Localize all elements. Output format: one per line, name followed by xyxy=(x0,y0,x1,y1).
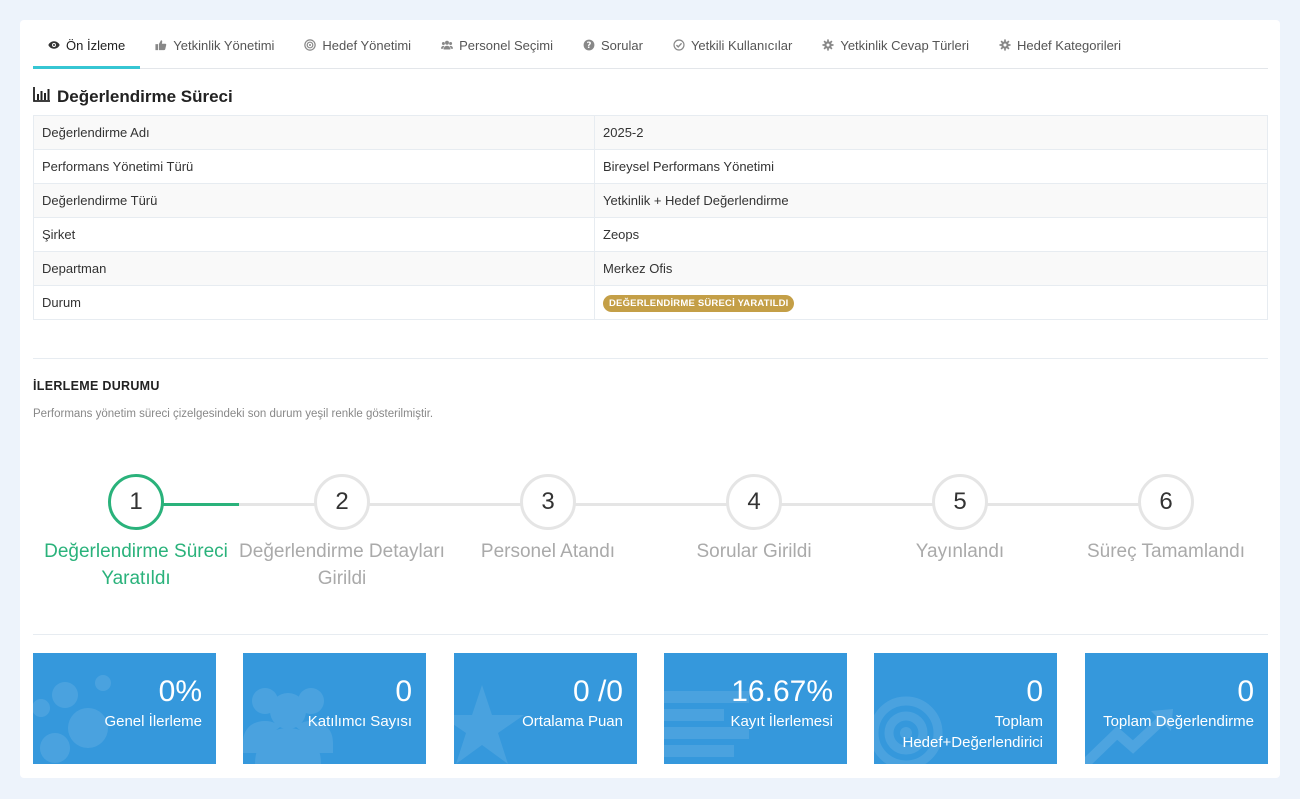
step-label: Sorular Girildi xyxy=(696,541,812,562)
step-number: 4 xyxy=(726,474,782,530)
stat-value: 0% xyxy=(158,675,202,708)
info-value: Merkez Ofis xyxy=(594,251,1268,286)
tab-label: Personel Seçimi xyxy=(459,38,554,53)
info-value: Zeops xyxy=(594,217,1268,252)
progress-step-5: 5 Yayınlandı xyxy=(857,474,1063,565)
tab-label: Sorular xyxy=(601,38,643,53)
table-row: Değerlendirme Adı 2025-2 xyxy=(33,115,1268,150)
stat-value: 0 xyxy=(395,675,412,708)
tab-personnel-selection[interactable]: Personel Seçimi xyxy=(426,20,568,69)
tab-goal-categories[interactable]: Hedef Kategorileri xyxy=(984,20,1136,69)
stats-row: 0% Genel İlerleme 0 Katılımcı Sayısı 0 /… xyxy=(33,653,1268,764)
stat-total-goal-evaluator[interactable]: 0 Toplam Hedef+Değerlendirici xyxy=(874,653,1057,764)
step-number: 3 xyxy=(520,474,576,530)
stat-label: Toplam Değerlendirme xyxy=(1103,713,1254,730)
info-value-cell: DEĞERLENDİRME SÜRECİ YARATILDI xyxy=(594,285,1268,320)
info-value: Bireysel Performans Yönetimi xyxy=(594,149,1268,184)
progress-description: Performans yönetim süreci çizelgesindeki… xyxy=(33,408,434,420)
divider xyxy=(33,358,1268,359)
stat-label: Katılımcı Sayısı xyxy=(307,713,412,730)
stat-overall-progress[interactable]: 0% Genel İlerleme xyxy=(33,653,216,764)
table-row: Departman Merkez Ofis xyxy=(33,251,1268,286)
stat-value: 0 /0 xyxy=(572,675,623,708)
main-card: Ön İzleme Yetkinlik Yönetimi Hedef Yönet… xyxy=(20,20,1280,778)
tab-competency-management[interactable]: Yetkinlik Yönetimi xyxy=(140,20,289,69)
users-icon xyxy=(441,39,454,51)
tab-questions[interactable]: ? Sorular xyxy=(568,20,658,69)
progress-step-2: 2 Değerlendirme Detayları Girildi xyxy=(239,474,445,592)
progress-heading: İLERLEME DURUMU xyxy=(33,379,160,393)
step-number: 6 xyxy=(1138,474,1194,530)
info-value: Yetkinlik + Hedef Değerlendirme xyxy=(594,183,1268,218)
tab-bar: Ön İzleme Yetkinlik Yönetimi Hedef Yönet… xyxy=(33,20,1268,69)
tab-authorized-users[interactable]: Yetkili Kullanıcılar xyxy=(658,20,807,69)
step-number: 2 xyxy=(314,474,370,530)
info-key: Değerlendirme Türü xyxy=(33,183,595,218)
progress-step-4: 4 Sorular Girildi xyxy=(651,474,857,565)
section-title-text: Değerlendirme Süreci xyxy=(57,86,233,106)
step-label: Yayınlandı xyxy=(915,541,1005,562)
table-row: Şirket Zeops xyxy=(33,217,1268,252)
tab-goal-management[interactable]: Hedef Yönetimi xyxy=(289,20,426,69)
check-circle-icon xyxy=(673,39,685,51)
info-key: Şirket xyxy=(33,217,595,252)
svg-text:?: ? xyxy=(587,41,592,51)
target-icon xyxy=(304,39,317,51)
tab-label: Hedef Yönetimi xyxy=(322,38,412,53)
stat-participant-count[interactable]: 0 Katılımcı Sayısı xyxy=(243,653,426,764)
info-value: 2025-2 xyxy=(594,115,1268,150)
tab-label: Hedef Kategorileri xyxy=(1016,38,1122,53)
info-key: Departman xyxy=(33,251,595,286)
eye-icon xyxy=(48,39,60,51)
gear-icon xyxy=(822,39,834,51)
progress-step-6: 6 Süreç Tamamlandı xyxy=(1063,474,1269,565)
info-key: Performans Yönetimi Türü xyxy=(33,149,595,184)
thumbs-up-icon xyxy=(155,39,167,51)
table-row: Performans Yönetimi Türü Bireysel Perfor… xyxy=(33,149,1268,184)
divider xyxy=(33,634,1268,635)
progress-step-3: 3 Personel Atandı xyxy=(445,474,651,565)
status-badge: DEĞERLENDİRME SÜRECİ YARATILDI xyxy=(603,294,795,312)
stat-value: 0 xyxy=(1237,675,1254,708)
bar-chart-icon xyxy=(33,86,51,107)
step-number: 1 xyxy=(108,474,164,530)
stat-registration-progress[interactable]: 16.67% Kayıt İlerlemesi xyxy=(664,653,847,764)
table-row: Değerlendirme Türü Yetkinlik + Hedef Değ… xyxy=(33,183,1268,218)
step-number: 5 xyxy=(932,474,988,530)
stat-total-evaluation[interactable]: 0 Toplam Değerlendirme xyxy=(1085,653,1268,764)
table-row: Durum DEĞERLENDİRME SÜRECİ YARATILDI xyxy=(33,285,1268,320)
gear-icon xyxy=(999,39,1011,51)
step-label: Değerlendirme Süreci Yaratıldı xyxy=(44,541,228,589)
step-label: Personel Atandı xyxy=(480,541,616,562)
tab-competency-answer-types[interactable]: Yetkinlik Cevap Türleri xyxy=(807,20,984,69)
progress-steps: 1 Değerlendirme Süreci Yaratıldı 2 Değer… xyxy=(33,474,1268,604)
tab-label: Yetkinlik Cevap Türleri xyxy=(840,38,969,53)
stat-label: Ortalama Puan xyxy=(522,713,623,730)
stat-value: 0 xyxy=(1026,675,1043,708)
tab-label: Yetkinlik Yönetimi xyxy=(173,38,275,53)
progress-step-1: 1 Değerlendirme Süreci Yaratıldı xyxy=(33,474,239,592)
info-key: Değerlendirme Adı xyxy=(33,115,595,150)
tab-preview[interactable]: Ön İzleme xyxy=(33,20,141,69)
section-title: Değerlendirme Süreci xyxy=(33,86,233,107)
tab-label: Yetkili Kullanıcılar xyxy=(690,38,793,53)
tab-label: Ön İzleme xyxy=(66,38,126,53)
stat-label: Toplam Hedef+Değerlendirici xyxy=(902,713,1044,751)
question-icon: ? xyxy=(583,39,595,51)
stat-label: Kayıt İlerlemesi xyxy=(730,713,833,730)
stat-label: Genel İlerleme xyxy=(104,713,202,730)
info-key: Durum xyxy=(33,285,595,320)
stat-average-score[interactable]: 0 /0 Ortalama Puan xyxy=(454,653,637,764)
info-table: Değerlendirme Adı 2025-2 Performans Yöne… xyxy=(33,115,1268,320)
step-label: Değerlendirme Detayları Girildi xyxy=(239,541,445,589)
step-label: Süreç Tamamlandı xyxy=(1086,541,1246,562)
stat-value: 16.67% xyxy=(731,675,833,708)
